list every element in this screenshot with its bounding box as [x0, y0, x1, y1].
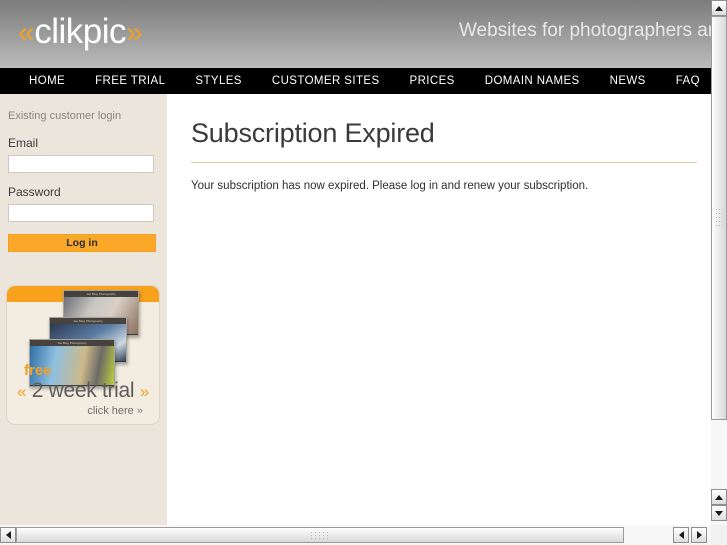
content-body-text: Your subscription has now expired. Pleas…: [191, 180, 589, 192]
login-form: Existing customer login Email Password L…: [0, 94, 167, 252]
triangle-up-icon: [715, 5, 723, 11]
nav-item-free-trial[interactable]: FREE TRIAL: [95, 75, 165, 87]
scroll-up-button[interactable]: [711, 0, 727, 16]
promo-click-here-link[interactable]: click here »: [7, 404, 159, 418]
page-title: Subscription Expired: [191, 118, 435, 148]
sidebar: Existing customer login Email Password L…: [0, 94, 167, 525]
promo-free-label: free: [24, 362, 52, 379]
login-note: Existing customer login: [8, 110, 122, 122]
email-label: Email: [8, 136, 39, 150]
nav-item-home[interactable]: HOME: [29, 75, 65, 87]
page-columns: Existing customer login Email Password L…: [0, 94, 711, 525]
scroll-up-button-bottom[interactable]: [711, 489, 727, 505]
promo-click-here-text: click here: [87, 405, 134, 417]
scrollbar-grip-icon: [311, 532, 329, 539]
vertical-scrollbar-thumb[interactable]: [711, 16, 727, 420]
main-content: Subscription Expired Your subscription h…: [167, 94, 711, 525]
promo-banner-text: free « 2 week trial » click here »: [7, 363, 159, 418]
title-divider: [191, 162, 697, 163]
scroll-left-button[interactable]: [0, 527, 16, 543]
nav-item-prices[interactable]: PRICES: [410, 75, 455, 87]
triangle-right-icon: [696, 531, 702, 539]
nav-item-domain-names[interactable]: DOMAIN NAMES: [485, 75, 580, 87]
email-field[interactable]: [8, 155, 154, 173]
site-header: «clikpic» Websites for photographers and: [0, 0, 711, 68]
scroll-left-button-right[interactable]: [673, 527, 689, 543]
scrollbar-grip-icon: [716, 209, 723, 227]
browser-viewport: «clikpic» Websites for photographers and…: [0, 0, 711, 525]
log-in-button[interactable]: Log in: [8, 234, 156, 252]
triangle-up-icon: [715, 494, 723, 500]
triangle-left-icon: [678, 531, 684, 539]
logo-text: clikpic: [34, 12, 126, 51]
free-trial-promo-banner[interactable]: Joe Blog Photography Joe Blog Photograph…: [6, 285, 160, 425]
promo-headline-text: 2 week trial: [31, 379, 135, 402]
logo-left-guillemet-icon: «: [18, 16, 35, 49]
nav-item-customer-sites[interactable]: CUSTOMER SITES: [272, 75, 380, 87]
nav-item-news[interactable]: NEWS: [610, 75, 646, 87]
triangle-down-icon: [715, 510, 723, 516]
promo-right-guillemet-icon: »: [139, 382, 150, 401]
site-tagline: Websites for photographers and: [458, 20, 711, 41]
triangle-left-icon: [5, 531, 11, 539]
promo-headline: « 2 week trial »: [7, 378, 159, 404]
horizontal-scrollbar-thumb[interactable]: [16, 527, 624, 543]
password-label: Password: [8, 185, 61, 199]
password-field[interactable]: [8, 204, 154, 222]
scroll-right-button[interactable]: [691, 527, 707, 543]
vertical-scrollbar[interactable]: [711, 0, 727, 525]
logo-right-guillemet-icon: »: [125, 16, 143, 49]
nav-item-faq[interactable]: FAQ: [676, 75, 700, 87]
scrollbar-corner: [711, 525, 727, 545]
nav-item-styles[interactable]: STYLES: [195, 75, 242, 87]
promo-left-guillemet-icon: «: [16, 382, 27, 401]
horizontal-scrollbar[interactable]: [0, 525, 711, 545]
site-logo[interactable]: «clikpic»: [18, 10, 143, 55]
main-navigation: HOME FREE TRIAL STYLES CUSTOMER SITES PR…: [0, 68, 711, 94]
promo-click-guillemet-icon: »: [136, 405, 143, 417]
scroll-down-button[interactable]: [711, 505, 727, 521]
